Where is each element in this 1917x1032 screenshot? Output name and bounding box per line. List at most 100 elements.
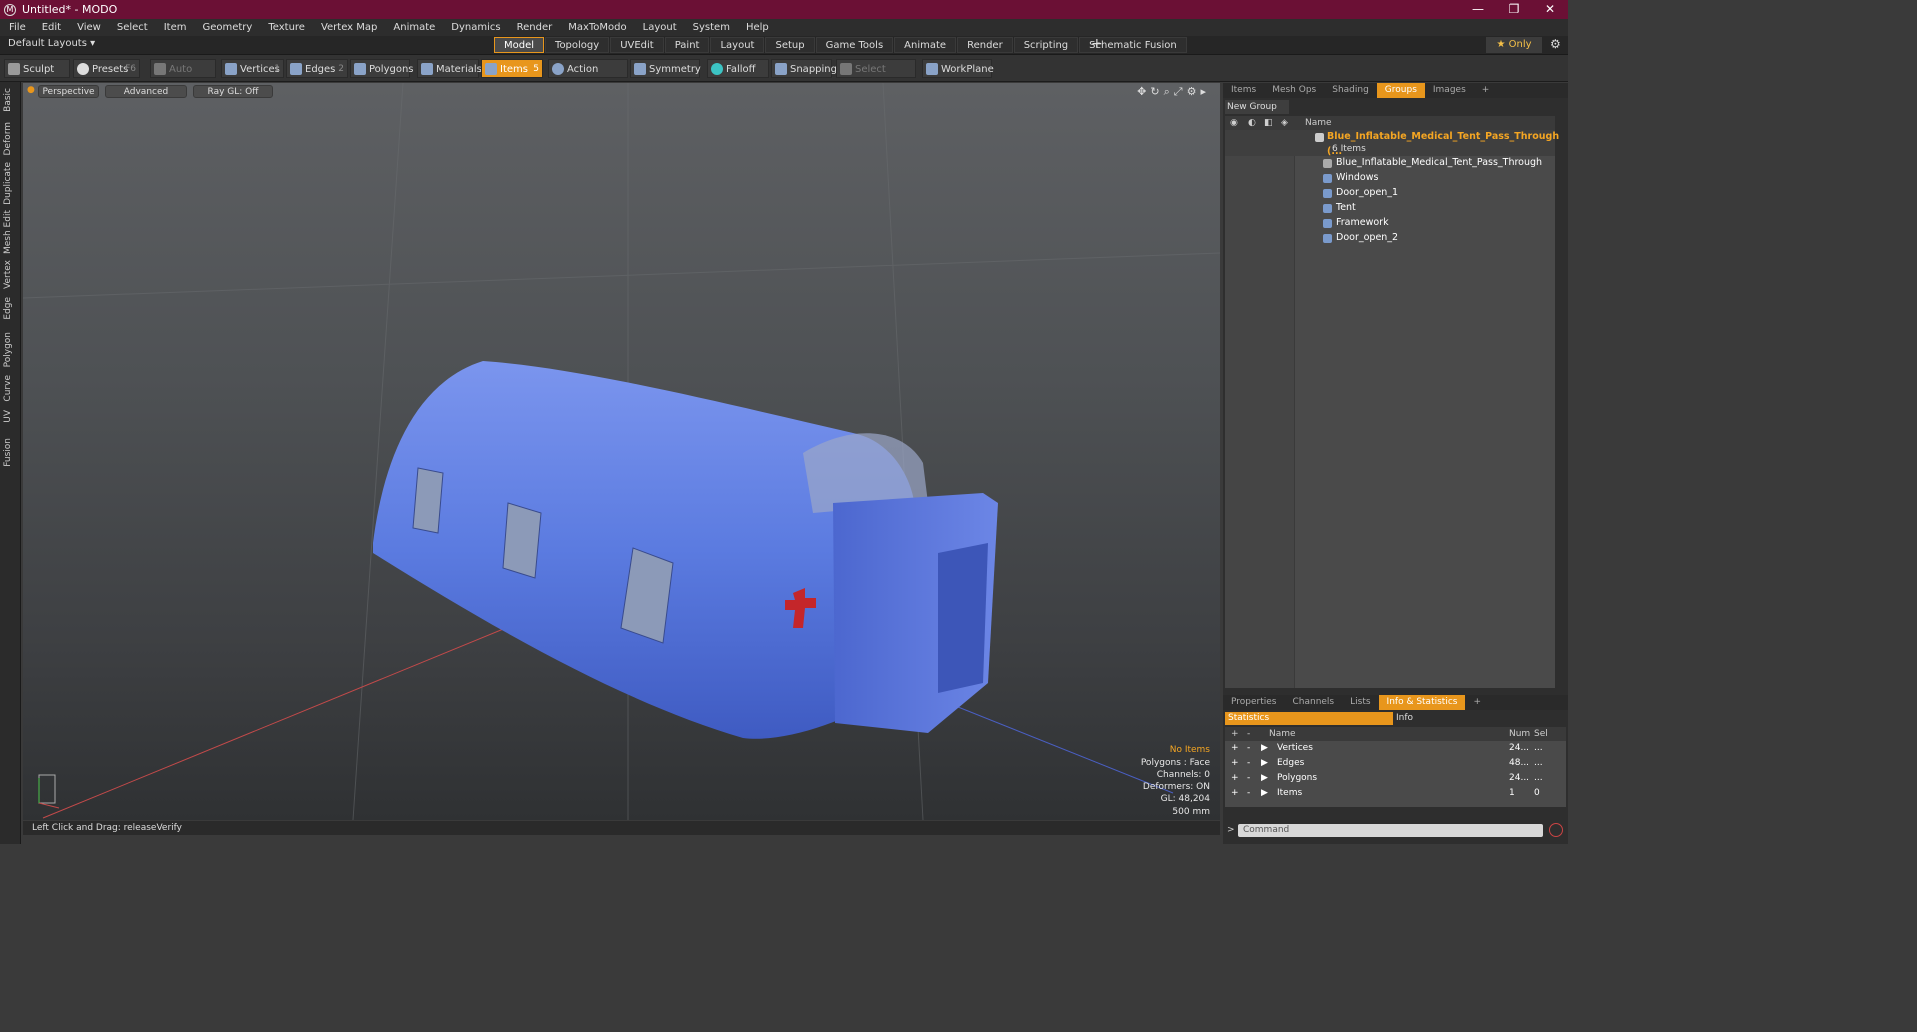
add-icon[interactable]: + [1231, 771, 1239, 786]
viewport-settings-icon[interactable]: ⚙ [1187, 85, 1197, 99]
close-button[interactable]: ✕ [1532, 0, 1568, 19]
add-stats-tab[interactable]: + [1465, 695, 1489, 710]
left-tab-polygon[interactable]: Polygon [3, 332, 13, 367]
add-tab-icon[interactable]: + [1091, 36, 1103, 52]
workplane-button[interactable]: WorkPlane [922, 59, 994, 78]
tab-items[interactable]: Items [1223, 83, 1264, 98]
lock-icon[interactable]: ◐ [1248, 116, 1256, 130]
expand-arrow-icon[interactable]: ▶ [1261, 741, 1268, 756]
auto-select-button[interactable]: Auto Select [150, 59, 216, 94]
table-row[interactable]: + - ▶ Edges 48... ... [1225, 756, 1566, 771]
tab-layout[interactable]: Layout [710, 37, 765, 53]
menu-maxtomodo[interactable]: MaxToModo [559, 22, 633, 33]
sculpt-button[interactable]: Sculpt [4, 59, 70, 78]
group-root-row[interactable]: Blue_Inflatable_Medical_Tent_Pass_Throug… [1225, 130, 1559, 157]
tab-topology[interactable]: Topology [545, 37, 610, 53]
fit-icon[interactable]: ⤢ [1174, 85, 1183, 99]
add-panel-tab[interactable]: + [1474, 83, 1498, 98]
tab-setup[interactable]: Setup [765, 37, 815, 53]
left-tab-duplicate[interactable]: Duplicate [3, 162, 13, 205]
raygl-button[interactable]: Ray GL: Off [193, 85, 273, 98]
zoom-icon[interactable]: ⌕ [1164, 85, 1170, 99]
expand-arrow-icon[interactable]: ▶ [1261, 756, 1268, 771]
maximize-button[interactable]: ❐ [1496, 0, 1532, 19]
tab-game-tools[interactable]: Game Tools [815, 37, 894, 53]
left-tab-edge[interactable]: Edge [3, 297, 13, 320]
menu-texture[interactable]: Texture [259, 22, 312, 33]
minimize-button[interactable]: — [1460, 0, 1496, 19]
tab-images[interactable]: Images [1425, 83, 1474, 98]
add-icon[interactable]: + [1231, 727, 1239, 741]
command-record-icon[interactable] [1549, 823, 1563, 837]
new-group-button[interactable]: New Group [1225, 100, 1289, 114]
action-center-button[interactable]: Action Center [548, 59, 628, 94]
gear-icon[interactable]: ⚙ [1550, 37, 1561, 51]
tree-item[interactable]: Tent [1225, 201, 1555, 216]
eye-icon[interactable]: ◉ [1230, 116, 1238, 130]
add-icon[interactable]: + [1231, 756, 1239, 771]
tab-mesh-ops[interactable]: Mesh Ops [1264, 83, 1324, 98]
left-tab-uv[interactable]: UV [3, 410, 13, 423]
vertices-button[interactable]: Vertices 1 [221, 59, 284, 78]
add-icon[interactable]: + [1231, 741, 1239, 756]
items-button[interactable]: Items 5 [481, 59, 543, 78]
perspective-button[interactable]: Perspective [38, 85, 99, 98]
command-input[interactable]: Command [1238, 824, 1543, 837]
left-tab-fusion[interactable]: Fusion [3, 438, 13, 467]
menu-render[interactable]: Render [508, 22, 560, 33]
tab-paint[interactable]: Paint [664, 37, 710, 53]
pan-icon[interactable]: ✥ [1137, 85, 1146, 99]
tree-item[interactable]: Door_open_2 [1225, 231, 1555, 246]
menu-dynamics[interactable]: Dynamics [442, 22, 507, 33]
expand-arrow-icon[interactable]: ▶ [1261, 771, 1268, 786]
remove-icon[interactable]: - [1247, 786, 1250, 801]
remove-icon[interactable]: - [1247, 727, 1250, 741]
left-tab-vertex[interactable]: Vertex [3, 260, 13, 289]
advanced-button[interactable]: Advanced [105, 85, 187, 98]
tab-groups[interactable]: Groups [1376, 83, 1425, 98]
tab-animate[interactable]: Animate [894, 37, 957, 53]
falloff-button[interactable]: Falloff [707, 59, 769, 78]
menu-system[interactable]: System [684, 22, 737, 33]
tab-scripting[interactable]: Scripting [1013, 37, 1079, 53]
tab-shading[interactable]: Shading [1324, 83, 1377, 98]
left-tab-deform[interactable]: Deform [3, 122, 13, 155]
menu-vertex-map[interactable]: Vertex Map [312, 22, 384, 33]
tab-properties[interactable]: Properties [1223, 695, 1284, 710]
symmetry-button[interactable]: Symmetry [630, 59, 701, 78]
viewport-expand-icon[interactable]: ▸ [1200, 85, 1206, 99]
menu-geometry[interactable]: Geometry [193, 22, 259, 33]
menu-animate[interactable]: Animate [384, 22, 442, 33]
menu-select[interactable]: Select [108, 22, 155, 33]
menu-item[interactable]: Item [155, 22, 194, 33]
tab-model[interactable]: Model [494, 37, 545, 53]
left-tab-curve[interactable]: Curve [3, 375, 13, 402]
table-row[interactable]: + - ▶ Vertices 24... ... [1225, 741, 1566, 756]
remove-icon[interactable]: - [1247, 741, 1250, 756]
menu-help[interactable]: Help [737, 22, 776, 33]
select-through-button[interactable]: Select Through [836, 59, 916, 94]
presets-button[interactable]: Presets F6 [73, 59, 140, 78]
tree-item[interactable]: Framework [1225, 216, 1555, 231]
menu-edit[interactable]: Edit [33, 22, 68, 33]
menu-view[interactable]: View [68, 22, 108, 33]
polygons-button[interactable]: Polygons [350, 59, 414, 78]
expand-arrow-icon[interactable]: ▶ [1261, 786, 1268, 801]
add-icon[interactable]: + [1231, 786, 1239, 801]
table-row[interactable]: + - ▶ Polygons 24... ... [1225, 771, 1566, 786]
snapping-button[interactable]: Snapping [771, 59, 837, 78]
tree-item[interactable]: Blue_Inflatable_Medical_Tent_Pass_Throug… [1225, 156, 1555, 171]
remove-icon[interactable]: - [1247, 756, 1250, 771]
left-tab-basic[interactable]: Basic [3, 88, 13, 112]
tab-info-statistics[interactable]: Info & Statistics [1378, 695, 1466, 710]
tree-item[interactable]: Door_open_1 [1225, 186, 1555, 201]
tab-render[interactable]: Render [957, 37, 1013, 53]
layouts-dropdown[interactable]: Default Layouts ▾ [8, 38, 95, 49]
tab-statistics[interactable]: Statistics [1225, 712, 1393, 725]
left-tab-mesh-edit[interactable]: Mesh Edit [3, 210, 13, 254]
render-icon[interactable]: ◧ [1264, 116, 1273, 130]
tab-info[interactable]: Info [1393, 712, 1413, 725]
3d-viewport[interactable]: ● Perspective Advanced Ray GL: Off ✥ ↻ ⌕… [23, 83, 1220, 820]
menu-layout[interactable]: Layout [634, 22, 684, 33]
table-row[interactable]: + - ▶ Items 1 0 [1225, 786, 1566, 801]
